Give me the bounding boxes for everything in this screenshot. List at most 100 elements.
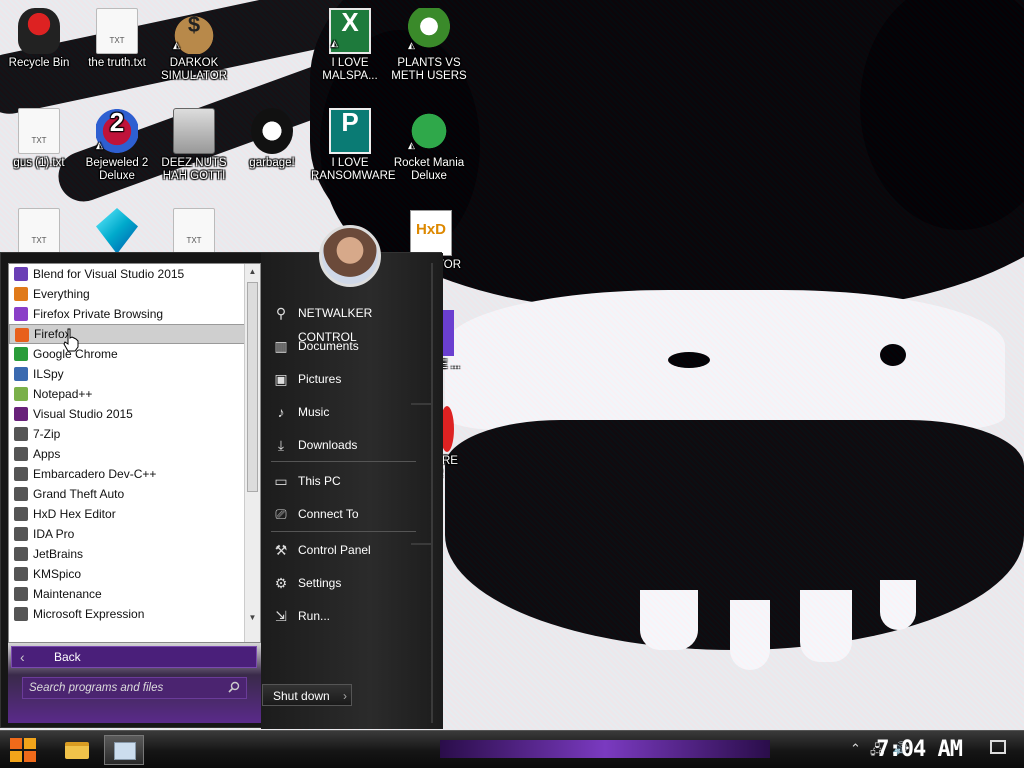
recycle-bin-icon [18, 8, 60, 54]
menu-item-settings[interactable]: ⚙ Settings [261, 571, 421, 595]
computer-icon: ▭ [274, 473, 288, 489]
program-icon [14, 587, 28, 601]
library-icon: ▥ [274, 338, 288, 354]
program-icon [14, 567, 28, 581]
scroll-down-arrow-icon[interactable]: ▼ [245, 610, 260, 626]
program-label: Grand Theft Auto [33, 487, 125, 501]
rocket-mania-icon: ◭ [408, 108, 450, 154]
plants-vs-zombies-icon: ◭ [408, 8, 450, 54]
pictures-icon: ▣ [274, 371, 288, 387]
chevron-right-icon[interactable]: › [343, 685, 347, 707]
program-item[interactable]: ILSpy [9, 364, 260, 384]
shutdown-button[interactable]: Shut down › [262, 684, 352, 706]
desktop-icon-recycle-bin[interactable]: Recycle Bin [0, 8, 78, 70]
taskbar: ⌃ 🖧 🔊 7:04 AM [0, 730, 1024, 768]
chevron-up-icon[interactable]: ⌃ [850, 741, 861, 757]
program-item[interactable]: Blend for Visual Studio 2015 [9, 264, 260, 284]
menu-item-label: Downloads [298, 438, 358, 452]
desktop-icon-gem[interactable] [78, 208, 156, 257]
menu-item-label: Music [298, 405, 330, 419]
desktop-icon-i-love-ransomware[interactable]: I LOVE RANSOMWARE [311, 108, 396, 183]
scroll-up-arrow-icon[interactable]: ▲ [245, 264, 260, 280]
program-item[interactable]: Firefox Private Browsing [9, 304, 260, 324]
menu-item-label: This PC [298, 474, 341, 488]
start-logo-icon [10, 738, 22, 749]
desktop-icon-label: DARKOK SIMULATOR [160, 57, 228, 82]
start-button[interactable] [6, 735, 40, 765]
text-file-icon [96, 8, 138, 54]
search-placeholder: Search programs and files [29, 682, 164, 694]
program-item[interactable]: HxD Hex Editor [9, 504, 260, 524]
program-item[interactable]: JetBrains [9, 544, 260, 564]
clock[interactable]: 7:04 AM [876, 737, 963, 762]
search-icon [228, 681, 240, 693]
desktop-icon-gus[interactable]: gus (1).txt [0, 108, 78, 170]
taskbar-accent-bar [440, 740, 770, 758]
program-item[interactable]: Grand Theft Auto [9, 484, 260, 504]
program-icon [14, 427, 28, 441]
garbage-app-icon [251, 108, 293, 154]
program-item[interactable]: Microsoft Expression [9, 604, 260, 624]
program-item[interactable]: IDA Pro [9, 524, 260, 544]
search-input[interactable]: Search programs and files [22, 677, 247, 699]
desktop-icon-label: Bejeweled 2 Deluxe [85, 157, 149, 182]
desktop-icon-blank-file[interactable] [155, 208, 233, 257]
program-item[interactable]: Google Chrome [9, 344, 260, 364]
programs-scrollbar[interactable]: ▲ ▼ [244, 264, 260, 642]
program-item[interactable]: Embarcadero Dev-C++ [9, 464, 260, 484]
program-icon [15, 328, 29, 342]
program-item[interactable]: Firefox [9, 324, 260, 344]
desktop-icon-deez-nuts[interactable]: DEEZ NUTS HAH GOTTI [155, 108, 233, 183]
program-icon [14, 367, 28, 381]
menu-item-documents[interactable]: ▥ Documents [261, 334, 421, 358]
user-avatar[interactable] [319, 225, 381, 287]
file-icon [173, 208, 215, 254]
program-label: Firefox Private Browsing [33, 307, 164, 321]
desktop-icon-rocket-mania[interactable]: ◭ Rocket Mania Deluxe [390, 108, 468, 183]
taskbar-file-explorer[interactable] [58, 735, 98, 765]
menu-item-connect-to[interactable]: ⎚ Connect To [261, 502, 421, 526]
program-item[interactable]: Everything [9, 284, 260, 304]
money-sack-icon: ◭ [173, 8, 215, 54]
menu-item-control-panel[interactable]: ⚒ Control Panel [261, 538, 421, 562]
desktop-icon-i-love-malspam[interactable]: ◭ I LOVE MALSPA... [311, 8, 389, 83]
program-label: Everything [33, 287, 90, 301]
menu-item-run[interactable]: ⇲ Run... [261, 604, 421, 628]
publisher-icon [329, 108, 371, 154]
scrollbar-thumb[interactable] [247, 282, 258, 492]
program-item[interactable]: Maintenance [9, 584, 260, 604]
desktop-icon-the-truth[interactable]: the truth.txt [78, 8, 156, 70]
shortcut-arrow-icon: ◭ [408, 40, 415, 50]
taskbar-app[interactable] [104, 735, 144, 765]
program-item[interactable]: Apps [9, 444, 260, 464]
menu-item-pictures[interactable]: ▣ Pictures [261, 367, 421, 391]
shortcut-arrow-icon: ◭ [408, 140, 415, 150]
desktop-icon-darkok-simulator[interactable]: ◭ DARKOK SIMULATOR [155, 8, 233, 83]
text-file-icon [18, 108, 60, 154]
menu-item-music[interactable]: ♪ Music [261, 400, 421, 424]
gear-icon: ⚙ [274, 575, 288, 591]
program-item[interactable]: Notepad++ [9, 384, 260, 404]
menu-item-downloads[interactable]: ⤓ Downloads [261, 433, 421, 457]
program-icon [14, 527, 28, 541]
shortcut-arrow-icon: ◭ [96, 140, 103, 150]
desktop-icon-bejeweled[interactable]: ◭ Bejeweled 2 Deluxe [78, 108, 156, 183]
program-label: Embarcadero Dev-C++ [33, 467, 157, 481]
menu-item-netwalker-control[interactable]: ⚲ NETWALKER CONTROL [261, 301, 421, 344]
all-programs-list: Blend for Visual Studio 2015 Everything Fi… [8, 263, 261, 643]
menu-item-this-pc[interactable]: ▭ This PC [261, 469, 421, 493]
desktop-icon-text-file[interactable] [0, 208, 78, 257]
program-item[interactable]: KMSpico [9, 564, 260, 584]
notification-icon[interactable] [990, 740, 1006, 754]
music-icon: ♪ [277, 404, 285, 420]
program-label: HxD Hex Editor [33, 507, 116, 521]
desktop-icon-plants-vs-meth-users[interactable]: ◭ PLANTS VS METH USERS [390, 8, 468, 83]
program-icon [14, 487, 28, 501]
program-icon [14, 507, 28, 521]
program-item[interactable]: 7-Zip [9, 424, 260, 444]
start-logo-icon [24, 751, 36, 762]
menu-item-label: Control Panel [298, 543, 371, 557]
back-button[interactable]: ‹ Back [11, 646, 257, 668]
program-item[interactable]: Visual Studio 2015 [9, 404, 260, 424]
desktop-icon-garbage[interactable]: garbage! [233, 108, 311, 170]
